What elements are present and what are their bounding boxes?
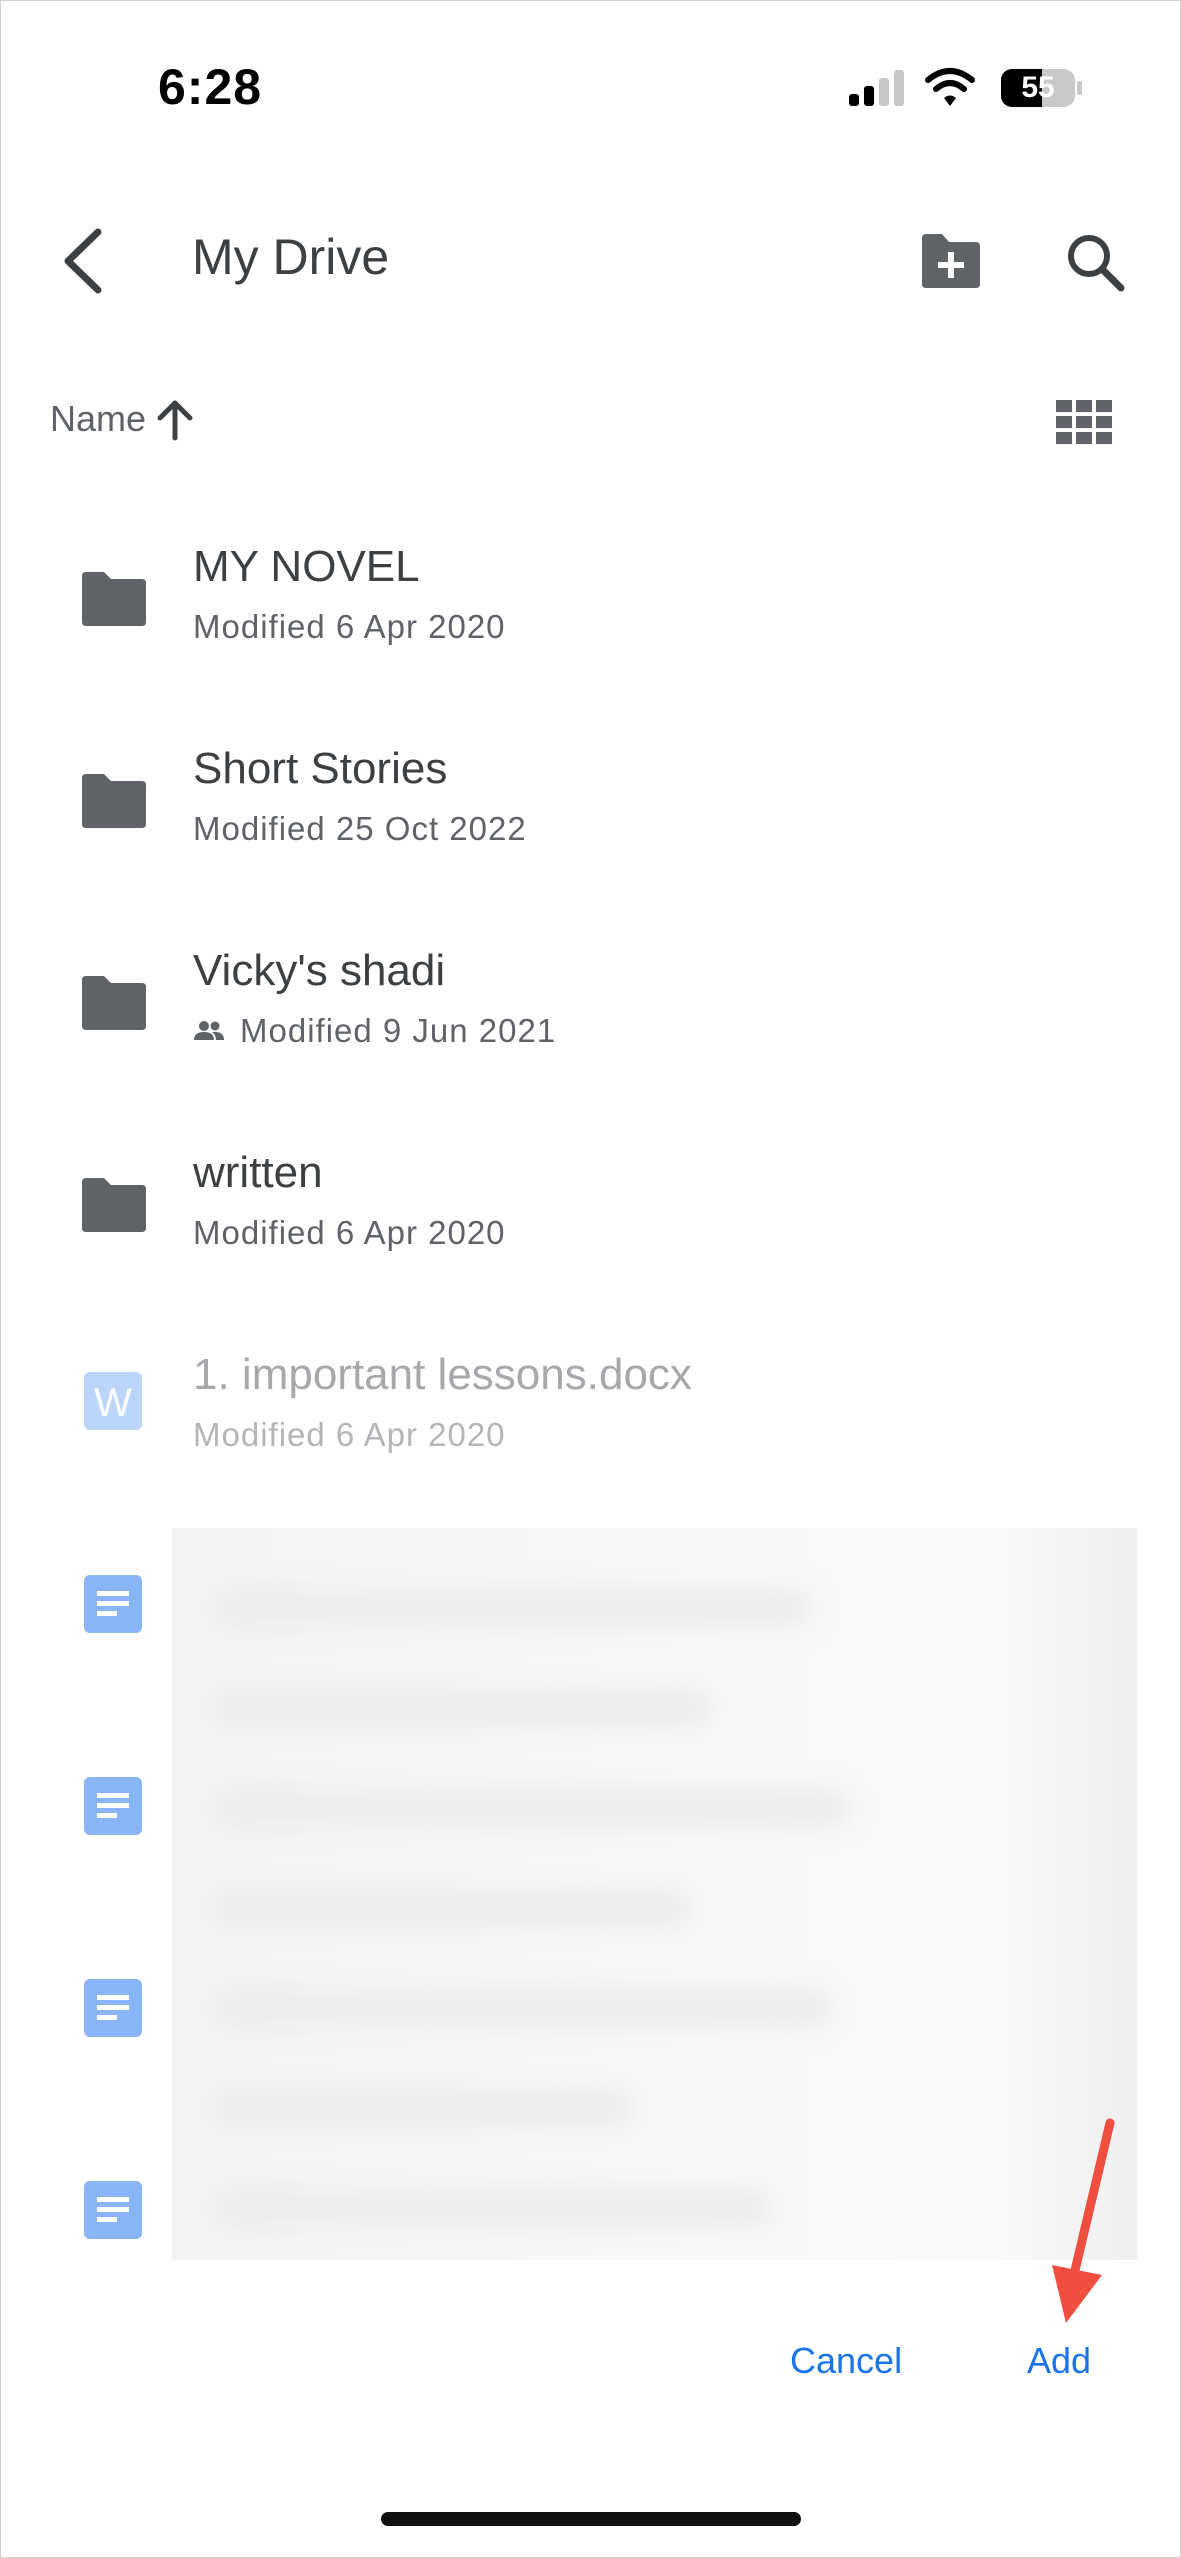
folder-icon [82,572,146,626]
signal-icon [849,70,904,106]
blurred-text [212,1688,712,1728]
arrow-up-icon[interactable] [152,398,198,442]
search-icon[interactable] [1063,230,1127,294]
home-indicator[interactable] [381,2512,801,2526]
blurred-text [212,1888,692,1928]
word-doc-icon: W [84,1372,142,1430]
page-title: My Drive [192,229,390,285]
folder-icon [82,1178,146,1232]
item-meta: Modified 6 Apr 2020 [193,608,506,645]
google-doc-icon[interactable] [84,2181,142,2239]
list-item-written[interactable]: written Modified 6 Apr 2020 [0,1126,1181,1306]
blurred-text [212,1788,852,1828]
blurred-text [212,1588,812,1628]
new-folder-icon[interactable] [918,232,984,290]
battery-indicator: 55 [1000,68,1084,108]
back-icon[interactable] [58,226,110,296]
status-time: 6:28 [158,59,263,115]
svg-text:W: W [94,1381,132,1425]
list-item-short-stories[interactable]: Short Stories Modified 25 Oct 2022 [0,722,1181,902]
add-button[interactable]: Add [1027,2340,1091,2382]
item-meta: Modified 9 Jun 2021 [240,1012,557,1049]
list-item-important-lessons: W 1. important lessons.docx Modified 6 A… [0,1328,1181,1508]
folder-icon [82,774,146,828]
blurred-text [212,2088,632,2128]
list-item-vickys-shadi[interactable]: Vicky's shadi Modified 9 Jun 2021 [0,924,1181,1104]
google-doc-icon[interactable] [84,1979,142,2037]
cancel-button[interactable]: Cancel [790,2340,902,2382]
grid-view-icon[interactable] [1056,400,1112,444]
shared-people-icon [194,1021,224,1040]
item-name: written [193,1148,323,1197]
google-doc-icon[interactable] [84,1575,142,1633]
annotation-arrow [1052,2118,1115,2323]
wifi-icon [925,68,975,106]
list-item-my-novel[interactable]: MY NOVEL Modified 6 Apr 2020 [0,520,1181,700]
item-meta: Modified 6 Apr 2020 [193,1416,506,1453]
item-meta: Modified 6 Apr 2020 [193,1214,506,1251]
item-name: MY NOVEL [193,542,420,591]
item-name: 1. important lessons.docx [193,1350,692,1399]
blurred-text [212,1988,832,2028]
blurred-text [212,2188,772,2228]
item-meta: Modified 25 Oct 2022 [193,810,527,847]
sort-label[interactable]: Name [50,398,146,440]
blurred-file-list [172,1528,1137,2260]
google-doc-icon[interactable] [84,1777,142,1835]
item-name: Short Stories [193,744,448,793]
item-name: Vicky's shadi [193,946,446,995]
battery-level: 55 [1021,71,1055,104]
folder-icon [82,976,146,1030]
